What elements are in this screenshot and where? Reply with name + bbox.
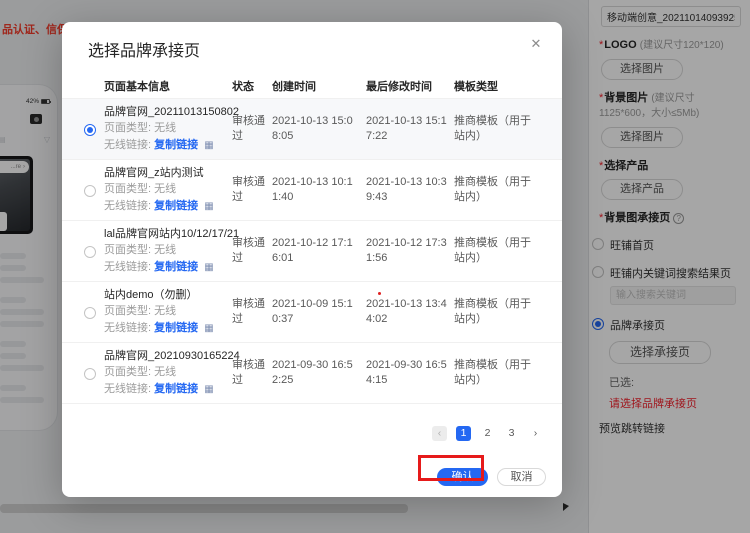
row-page-type: 页面类型: 无线 — [104, 242, 232, 259]
row-template: 推商模板（用于站内） — [454, 358, 546, 388]
pagination-page-1[interactable]: 1 — [456, 426, 471, 441]
row-created: 2021-10-13 10:11:40 — [272, 175, 366, 205]
table-row[interactable]: 品牌官网_20211013150802 页面类型: 无线 无线链接: 复制链接 … — [62, 98, 562, 159]
copy-link[interactable]: 复制链接 — [154, 139, 198, 151]
table-row[interactable]: 品牌官网_z站内测试 页面类型: 无线 无线链接: 复制链接 ▦ 审核通过 20… — [62, 159, 562, 220]
row-page-type: 页面类型: 无线 — [104, 303, 232, 320]
qr-code-icon[interactable]: ▦ — [204, 323, 213, 334]
mouse-cursor — [563, 503, 569, 511]
row-created: 2021-10-09 15:10:37 — [272, 297, 366, 327]
row-modified-cell: 2021-10-13 13:44:02 — [366, 297, 454, 327]
row-link-label: 无线链接: — [104, 322, 151, 334]
pagination-prev-icon[interactable]: ‹ — [432, 426, 447, 441]
table-row[interactable]: 品牌官网_20210930165224 页面类型: 无线 无线链接: 复制链接 … — [62, 342, 562, 404]
close-icon[interactable]: ✕ — [526, 34, 546, 54]
row-template: 推商模板（用于站内） — [454, 114, 546, 144]
col-header-info: 页面基本信息 — [104, 78, 232, 94]
copy-link[interactable]: 复制链接 — [154, 200, 198, 212]
col-header-template: 模板类型 — [454, 78, 546, 94]
table-header: 页面基本信息 状态 创建时间 最后修改时间 模板类型 — [62, 78, 562, 94]
col-header-created: 创建时间 — [272, 78, 366, 94]
copy-link[interactable]: 复制链接 — [154, 383, 198, 395]
row-created: 2021-10-13 15:08:05 — [272, 114, 366, 144]
row-page-type: 页面类型: 无线 — [104, 364, 232, 381]
row-link-label: 无线链接: — [104, 200, 151, 212]
table-body: 品牌官网_20211013150802 页面类型: 无线 无线链接: 复制链接 … — [62, 98, 562, 404]
app-root: 品认证、信保认 42% ▤ ▽ ...re › — [0, 0, 750, 533]
pagination-next-icon[interactable]: › — [528, 426, 543, 441]
row-page-type: 页面类型: 无线 — [104, 181, 232, 198]
qr-code-icon[interactable]: ▦ — [204, 262, 213, 273]
row-radio[interactable] — [84, 185, 96, 197]
row-template: 推商模板（用于站内） — [454, 297, 546, 327]
row-status: 审核通过 — [232, 297, 272, 327]
row-status: 审核通过 — [232, 358, 272, 388]
select-landing-page-modal: 选择品牌承接页 ✕ 页面基本信息 状态 创建时间 最后修改时间 模板类型 品牌官… — [62, 22, 562, 497]
row-template: 推商模板（用于站内） — [454, 175, 546, 205]
row-page-type: 页面类型: 无线 — [104, 120, 232, 137]
row-status: 审核通过 — [232, 114, 272, 144]
pagination-page-2[interactable]: 2 — [480, 426, 495, 441]
copy-link[interactable]: 复制链接 — [154, 322, 198, 334]
row-radio[interactable] — [84, 246, 96, 258]
row-template: 推商模板（用于站内） — [454, 236, 546, 266]
table-row[interactable]: lal品牌官网站内10/12/17/21 页面类型: 无线 无线链接: 复制链接… — [62, 220, 562, 281]
confirm-button[interactable]: 确认 — [437, 468, 488, 486]
row-modified-cell: 2021-09-30 16:54:15 — [366, 358, 454, 388]
pagination: ‹ 123 › — [432, 426, 543, 441]
row-link-label: 无线链接: — [104, 261, 151, 273]
qr-code-icon[interactable]: ▦ — [204, 201, 213, 212]
row-modified-cell: 2021-10-12 17:31:56 — [366, 236, 454, 266]
row-radio[interactable] — [84, 124, 96, 136]
row-modified-cell: 2021-10-13 10:39:43 — [366, 175, 454, 205]
row-created: 2021-09-30 16:52:25 — [272, 358, 366, 388]
qr-code-icon[interactable]: ▦ — [204, 140, 213, 151]
row-link-label: 无线链接: — [104, 383, 151, 395]
cancel-button[interactable]: 取消 — [497, 468, 546, 486]
qr-code-icon[interactable]: ▦ — [204, 384, 213, 395]
row-status: 审核通过 — [232, 236, 272, 266]
copy-link[interactable]: 复制链接 — [154, 261, 198, 273]
row-created: 2021-10-12 17:16:01 — [272, 236, 366, 266]
row-link-label: 无线链接: — [104, 139, 151, 151]
col-header-status: 状态 — [232, 78, 272, 94]
row-radio[interactable] — [84, 368, 96, 380]
col-header-modified: 最后修改时间 — [366, 78, 454, 94]
pagination-page-3[interactable]: 3 — [504, 426, 519, 441]
row-modified-cell: 2021-10-13 15:17:22 — [366, 114, 454, 144]
table-row[interactable]: 站内demo（勿删） 页面类型: 无线 无线链接: 复制链接 ▦ 审核通过 20… — [62, 281, 562, 342]
row-status: 审核通过 — [232, 175, 272, 205]
row-radio[interactable] — [84, 307, 96, 319]
modal-title: 选择品牌承接页 — [88, 37, 200, 61]
